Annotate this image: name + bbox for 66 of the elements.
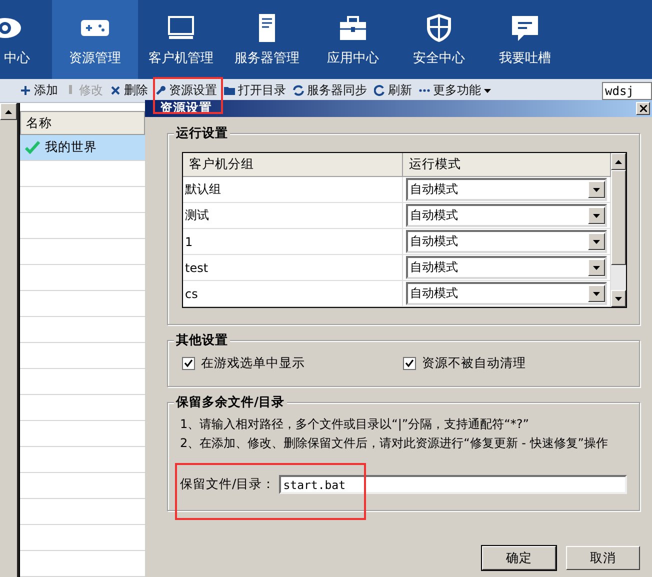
nav-tab[interactable]: 客户机管理 bbox=[138, 0, 224, 80]
delete-icon bbox=[110, 85, 121, 96]
up-arrow-icon bbox=[615, 160, 622, 164]
column-header: 名称 bbox=[20, 111, 145, 135]
table-cell: 测试 bbox=[183, 203, 403, 229]
group-title: 保留多余文件/目录 bbox=[174, 394, 287, 411]
close-icon bbox=[640, 105, 646, 112]
search-field[interactable]: wdsj bbox=[602, 82, 652, 100]
mode-dropdown[interactable]: 自动模式 bbox=[406, 204, 607, 227]
toolbar-button[interactable]: 更多功能 bbox=[419, 82, 491, 100]
scroll-up-button[interactable] bbox=[0, 103, 17, 120]
caret-icon bbox=[484, 88, 491, 93]
caret-icon bbox=[593, 266, 600, 270]
shield-icon bbox=[424, 12, 454, 43]
caret-icon bbox=[593, 214, 600, 218]
group-title: 其他设置 bbox=[174, 332, 230, 349]
group-title: 运行设置 bbox=[174, 125, 230, 142]
toolbar-button[interactable]: 刷新 bbox=[374, 82, 412, 100]
toolbar-button[interactable]: 删除 bbox=[110, 82, 148, 100]
nav-tab[interactable]: 安全中心 bbox=[396, 0, 482, 80]
table-cell: 1 bbox=[183, 229, 403, 255]
wrench-icon bbox=[155, 85, 166, 96]
toolbar-button[interactable]: 添加 bbox=[20, 82, 58, 100]
caret-icon bbox=[593, 292, 600, 296]
refresh-icon bbox=[374, 85, 385, 96]
cancel-button[interactable]: 取消 bbox=[566, 546, 640, 570]
close-button[interactable] bbox=[636, 102, 650, 115]
nav-tab[interactable]: 我要吐槽 bbox=[482, 0, 568, 80]
nav-tab[interactable]: 应用中心 bbox=[310, 0, 396, 80]
field-label: 保留文件/目录： bbox=[180, 476, 276, 493]
caret-icon bbox=[593, 188, 600, 192]
checkbox[interactable]: 在游戏选单中显示 bbox=[182, 355, 403, 372]
scroll-up-button[interactable] bbox=[611, 153, 626, 170]
toolbar-button[interactable]: 打开目录 bbox=[224, 82, 286, 100]
table-cell: cs bbox=[183, 281, 403, 307]
table-cell: 默认组 bbox=[183, 177, 403, 203]
toolbar-button[interactable]: 服务器同步 bbox=[293, 82, 367, 100]
mode-dropdown[interactable]: 自动模式 bbox=[406, 178, 607, 201]
mode-dropdown[interactable]: 自动模式 bbox=[406, 256, 607, 279]
instruction-text: 1、请输入相对路径，多个文件或目录以“|”分隔，支持通配符“*?” bbox=[180, 416, 530, 433]
highlight-frame bbox=[153, 77, 223, 114]
ok-button[interactable]: 确定 bbox=[482, 546, 556, 570]
resource-row[interactable]: 我的世界 bbox=[20, 135, 145, 161]
folder-icon bbox=[224, 85, 235, 96]
mode-dropdown[interactable]: 自动模式 bbox=[406, 230, 607, 253]
sync-icon bbox=[293, 85, 304, 96]
nav-tab[interactable]: 服务器管理 bbox=[224, 0, 310, 80]
nav-tab[interactable]: 中心 bbox=[0, 0, 30, 80]
scroll-down-button[interactable] bbox=[611, 290, 626, 307]
instruction-text: 2、在添加、修改、删除保留文件后，请对此资源进行“修复更新 - 快速修复”操作 bbox=[180, 435, 610, 452]
resource-name: 我的世界 bbox=[45, 139, 97, 156]
tick-icon bbox=[405, 359, 414, 368]
plus-icon bbox=[20, 85, 31, 96]
down-arrow-icon bbox=[615, 296, 622, 300]
checkbox[interactable]: 资源不被自动清理 bbox=[403, 355, 624, 372]
column-header: 客户机分组 bbox=[183, 153, 403, 177]
input-field[interactable]: start.bat bbox=[279, 475, 627, 494]
mode-dropdown[interactable]: 自动模式 bbox=[406, 282, 607, 305]
caret-icon bbox=[593, 240, 600, 244]
toolbar-button[interactable]: 资源设置 bbox=[155, 82, 217, 100]
nav-tab[interactable]: 资源管理 bbox=[52, 0, 138, 80]
scroll-thumb[interactable] bbox=[611, 170, 626, 265]
tick-icon bbox=[184, 359, 193, 368]
table-cell: test bbox=[183, 255, 403, 281]
column-header: 运行模式 bbox=[403, 153, 611, 177]
up-arrow-icon bbox=[5, 110, 12, 114]
